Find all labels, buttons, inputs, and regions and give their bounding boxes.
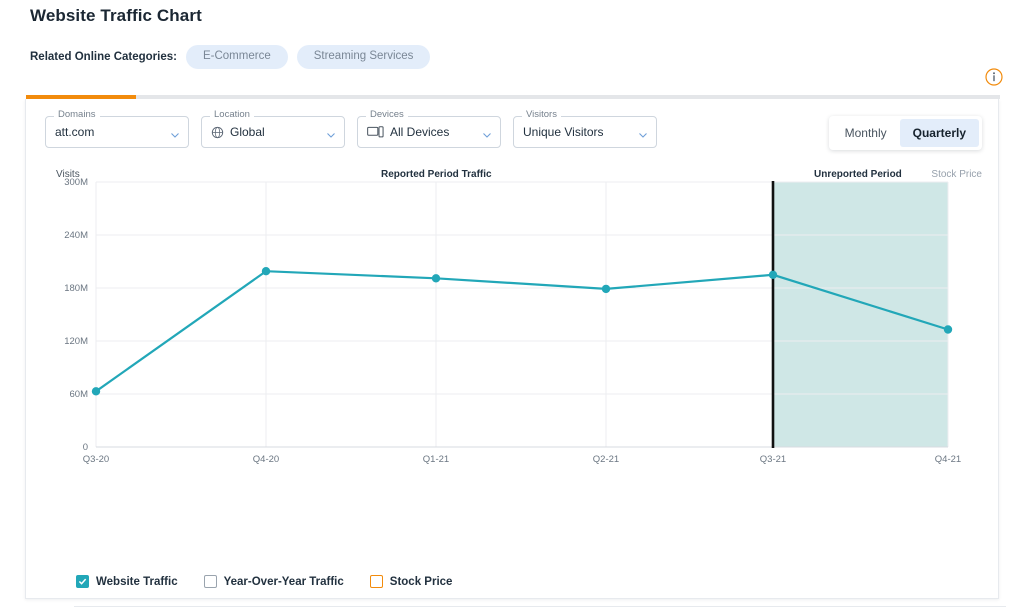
filter-location-value: Global: [230, 125, 265, 139]
y-tick-300m: 300M: [64, 177, 88, 188]
y-tick-0: 0: [83, 442, 88, 453]
x-tick-q1-21: Q1-21: [423, 454, 449, 465]
filter-visitors-legend: Visitors: [522, 110, 561, 120]
granularity-option-quarterly[interactable]: Quarterly: [899, 119, 979, 147]
legend-label-yoy-traffic: Year-Over-Year Traffic: [223, 575, 344, 588]
y-tick-180m: 180M: [64, 283, 88, 294]
chart-area: Visits Reported Period Traffic Unreporte…: [26, 159, 1000, 499]
legend-item-stock-price[interactable]: Stock Price: [369, 575, 453, 588]
legend-label-website-traffic: Website Traffic: [96, 575, 178, 588]
filter-location-legend: Location: [210, 110, 254, 120]
x-tick-q2-21: Q2-21: [593, 454, 619, 465]
chevron-down-icon[interactable]: [482, 127, 492, 138]
related-categories-row: Related Online Categories: E-Commerce St…: [30, 45, 431, 69]
legend-item-website-traffic[interactable]: Website Traffic: [76, 575, 178, 588]
devices-icon: [367, 126, 384, 138]
data-point-q4-21[interactable]: [943, 325, 953, 334]
data-point-q3-20[interactable]: [91, 387, 101, 396]
chevron-down-icon[interactable]: [170, 127, 180, 138]
data-point-q3-21[interactable]: [768, 270, 778, 279]
y-tick-120m: 120M: [64, 336, 88, 347]
globe-icon: [211, 126, 224, 139]
chevron-down-icon[interactable]: [326, 127, 336, 138]
checkbox-yoy-traffic[interactable]: [203, 575, 217, 588]
data-point-q4-20[interactable]: [261, 267, 271, 276]
category-chip-streaming[interactable]: Streaming Services: [296, 45, 431, 69]
x-tick-q4-21: Q4-21: [935, 454, 961, 465]
filter-visitors[interactable]: Visitors Unique Visitors: [513, 110, 657, 148]
y-axis-tick-labels: 300M 240M 180M 120M 60M 0: [64, 177, 88, 453]
traffic-line-chart[interactable]: 300M 240M 180M 120M 60M 0 Q3-20 Q4-20 Q1…: [26, 159, 1000, 499]
tab-indicator-active: [26, 95, 136, 99]
legend-label-stock-price: Stock Price: [389, 575, 453, 588]
filter-visitors-value: Unique Visitors: [523, 125, 604, 139]
tab-indicator-bar: [26, 95, 1000, 99]
data-point-q2-21[interactable]: [601, 284, 611, 294]
chart-card: Domains att.com Location Global Devices …: [25, 95, 1006, 607]
filter-domains-legend: Domains: [54, 110, 100, 120]
checkbox-website-traffic[interactable]: [76, 575, 89, 588]
x-tick-q3-20: Q3-20: [83, 454, 109, 465]
filter-devices[interactable]: Devices All Devices: [357, 110, 501, 148]
x-tick-q3-21: Q3-21: [760, 454, 786, 465]
y-tick-240m: 240M: [64, 230, 88, 241]
chart-legend: Website Traffic Year-Over-Year Traffic S…: [76, 575, 452, 588]
checkbox-stock-price[interactable]: [369, 575, 383, 588]
granularity-option-monthly[interactable]: Monthly: [832, 119, 900, 147]
unreported-period-shading: [773, 182, 948, 447]
filter-bar: Domains att.com Location Global Devices …: [45, 110, 657, 148]
x-axis-tick-labels: Q3-20 Q4-20 Q1-21 Q2-21 Q3-21 Q4-21: [83, 454, 961, 465]
filter-domains-value: att.com: [55, 125, 95, 139]
data-point-q1-21[interactable]: [431, 274, 441, 283]
info-circle-icon[interactable]: [985, 68, 1003, 86]
website-traffic-chart-page: Website Traffic Chart Related Online Cat…: [0, 0, 1024, 607]
related-categories-label: Related Online Categories:: [30, 50, 177, 63]
page-title: Website Traffic Chart: [30, 6, 202, 25]
x-tick-q4-20: Q4-20: [253, 454, 279, 465]
category-chip-ecommerce[interactable]: E-Commerce: [185, 45, 288, 69]
legend-item-yoy-traffic[interactable]: Year-Over-Year Traffic: [203, 575, 344, 588]
y-tick-60m: 60M: [70, 389, 89, 400]
granularity-toggle[interactable]: Monthly Quarterly: [828, 116, 982, 150]
filter-location[interactable]: Location Global: [201, 110, 345, 148]
filter-devices-value: All Devices: [390, 125, 450, 139]
chevron-down-icon[interactable]: [638, 127, 648, 138]
filter-domains[interactable]: Domains att.com: [45, 110, 189, 148]
filter-devices-legend: Devices: [366, 110, 408, 120]
